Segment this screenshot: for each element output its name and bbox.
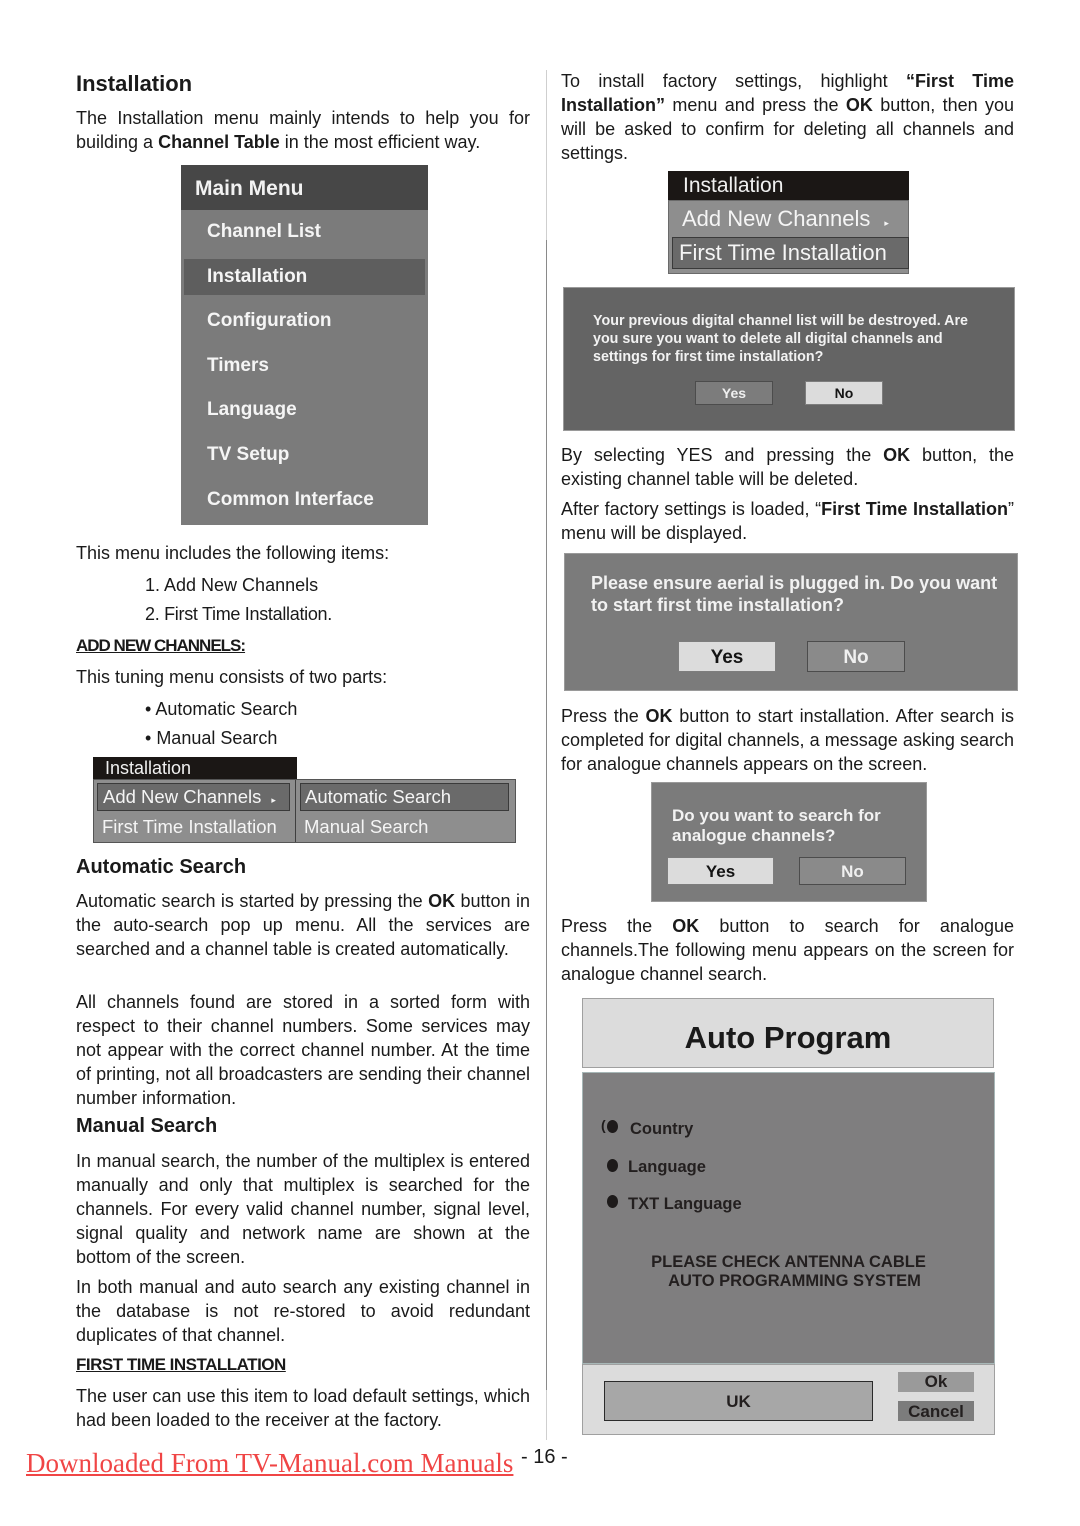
section-heading-installation: Installation — [76, 71, 193, 96]
bullet-icon: • — [145, 728, 157, 748]
dialog-message: Do you want to search for analogue chann… — [672, 806, 881, 845]
installation-menu-title: Installation — [668, 171, 909, 200]
numbered-item: 2. First Time Installation. — [145, 604, 332, 624]
country-select[interactable]: UK — [604, 1381, 873, 1421]
page-number: - 16 - — [521, 1446, 568, 1468]
tuning-text: This tuning menu consists of two parts: — [76, 667, 388, 687]
delete-channels-dialog: Your previous digital channel list will … — [563, 287, 1015, 431]
no-button[interactable]: No — [799, 857, 906, 885]
bullet-icon — [607, 1195, 618, 1208]
menu-item-language[interactable]: Language — [184, 392, 425, 428]
menu-item-manual-search[interactable]: Manual Search — [296, 812, 514, 842]
dialog-message: Your previous digital channel list will … — [593, 313, 968, 365]
bullet-icon: • — [145, 699, 156, 719]
menu-item-add-new-channels[interactable]: Add New Channels ▸ — [97, 783, 290, 811]
yes-button[interactable]: Yes — [695, 381, 773, 405]
auto-program-footer: UK Ok Cancel — [582, 1364, 995, 1435]
auto-programming-message: AUTO PROGRAMMING SYSTEM — [668, 1272, 921, 1290]
menu-item-language[interactable]: Language — [628, 1158, 706, 1177]
ok-button[interactable]: Ok — [898, 1372, 974, 1392]
manual-search-paragraph-2: In both manual and auto search any exist… — [76, 1277, 530, 1345]
yes-button[interactable]: Yes — [667, 857, 774, 885]
cancel-button[interactable]: Cancel — [898, 1401, 974, 1421]
analogue-search-paragraph: Press the OK button to search for analog… — [561, 916, 1014, 984]
select-yes-paragraph: By selecting YES and pressing the OK but… — [561, 445, 1014, 489]
menu-item-automatic-search[interactable]: Automatic Search — [300, 783, 509, 811]
includes-text: This menu includes the following items: — [76, 543, 390, 563]
installation-submenu: Installation Add New Channels ▸ First Tim… — [93, 757, 516, 843]
start-installation-paragraph: Press the OK button to start installatio… — [561, 706, 1014, 774]
automatic-search-paragraph-1: Automatic search is started by pressing … — [76, 891, 530, 959]
installation-menu-title: Installation — [93, 757, 297, 779]
selection-marker-icon: ( — [601, 1117, 606, 1133]
download-source-link[interactable]: Downloaded From TV-Manual.com Manuals — [26, 1448, 513, 1479]
add-new-channels-heading: ADD NEW CHANNELS: — [76, 636, 246, 655]
manual-search-paragraph-1: In manual search, the number of the mult… — [76, 1151, 530, 1267]
menu-item-timers[interactable]: Timers — [184, 348, 425, 384]
menu-item-first-time-installation[interactable]: First Time Installation — [94, 812, 292, 842]
auto-program-body: ( Country Language TXT Language PLEASE C… — [582, 1072, 995, 1364]
menu-item-common-interface[interactable]: Common Interface — [184, 482, 425, 518]
main-menu-title: Main Menu — [181, 165, 428, 210]
manual-search-heading: Manual Search — [76, 1115, 218, 1137]
menu-item-configuration[interactable]: Configuration — [184, 303, 425, 339]
dialog-message: Please ensure aerial is plugged in. Do y… — [591, 573, 998, 615]
bullet-item: • Manual Search — [145, 728, 278, 748]
intro-paragraph: The Installation menu mainly intends to … — [76, 108, 530, 152]
selected-bullet-icon — [607, 1120, 618, 1133]
menu-item-txt-language[interactable]: TXT Language — [628, 1195, 742, 1214]
antenna-message: PLEASE CHECK ANTENNA CABLE — [651, 1253, 926, 1271]
column-divider-dark — [546, 240, 547, 1390]
installation-menu-right: Installation Add New Channels ▸ First Tim… — [668, 171, 909, 274]
bullet-icon — [607, 1159, 618, 1172]
first-time-installation-paragraph: The user can use this item to load defau… — [76, 1386, 530, 1430]
no-button[interactable]: No — [805, 381, 883, 405]
menu-item-country[interactable]: Country — [630, 1120, 693, 1139]
auto-program-title: Auto Program — [582, 998, 994, 1068]
automatic-search-paragraph-2: All channels found are stored in a sorte… — [76, 992, 530, 1108]
analogue-search-dialog: Do you want to search for analogue chann… — [651, 782, 927, 902]
submenu-arrow-icon: ▸ — [884, 218, 889, 228]
menu-item-first-time-installation[interactable]: First Time Installation — [672, 237, 909, 269]
numbered-item: 1. Add New Channels — [145, 575, 319, 595]
no-button[interactable]: No — [807, 641, 905, 672]
bullet-item: • Automatic Search — [145, 699, 298, 719]
menu-item-add-new-channels[interactable]: Add New Channels ▸ — [682, 204, 889, 238]
menu-item-tv-setup[interactable]: TV Setup — [184, 437, 425, 473]
yes-button[interactable]: Yes — [678, 641, 776, 672]
menu-item-channel-list[interactable]: Channel List — [184, 214, 425, 250]
after-factory-paragraph: After factory settings is loaded, “First… — [561, 499, 1014, 543]
automatic-search-heading: Automatic Search — [76, 856, 247, 878]
start-installation-dialog: Please ensure aerial is plugged in. Do y… — [564, 553, 1018, 691]
first-time-installation-heading: FIRST TIME INSTALLATION — [76, 1355, 286, 1374]
menu-item-installation[interactable]: Installation — [184, 258, 425, 295]
submenu-arrow-icon: ▸ — [271, 795, 276, 805]
factory-settings-paragraph: To install factory settings, highlight “… — [561, 71, 1014, 163]
main-menu: Main Menu Channel List Installation Conf… — [181, 165, 428, 525]
